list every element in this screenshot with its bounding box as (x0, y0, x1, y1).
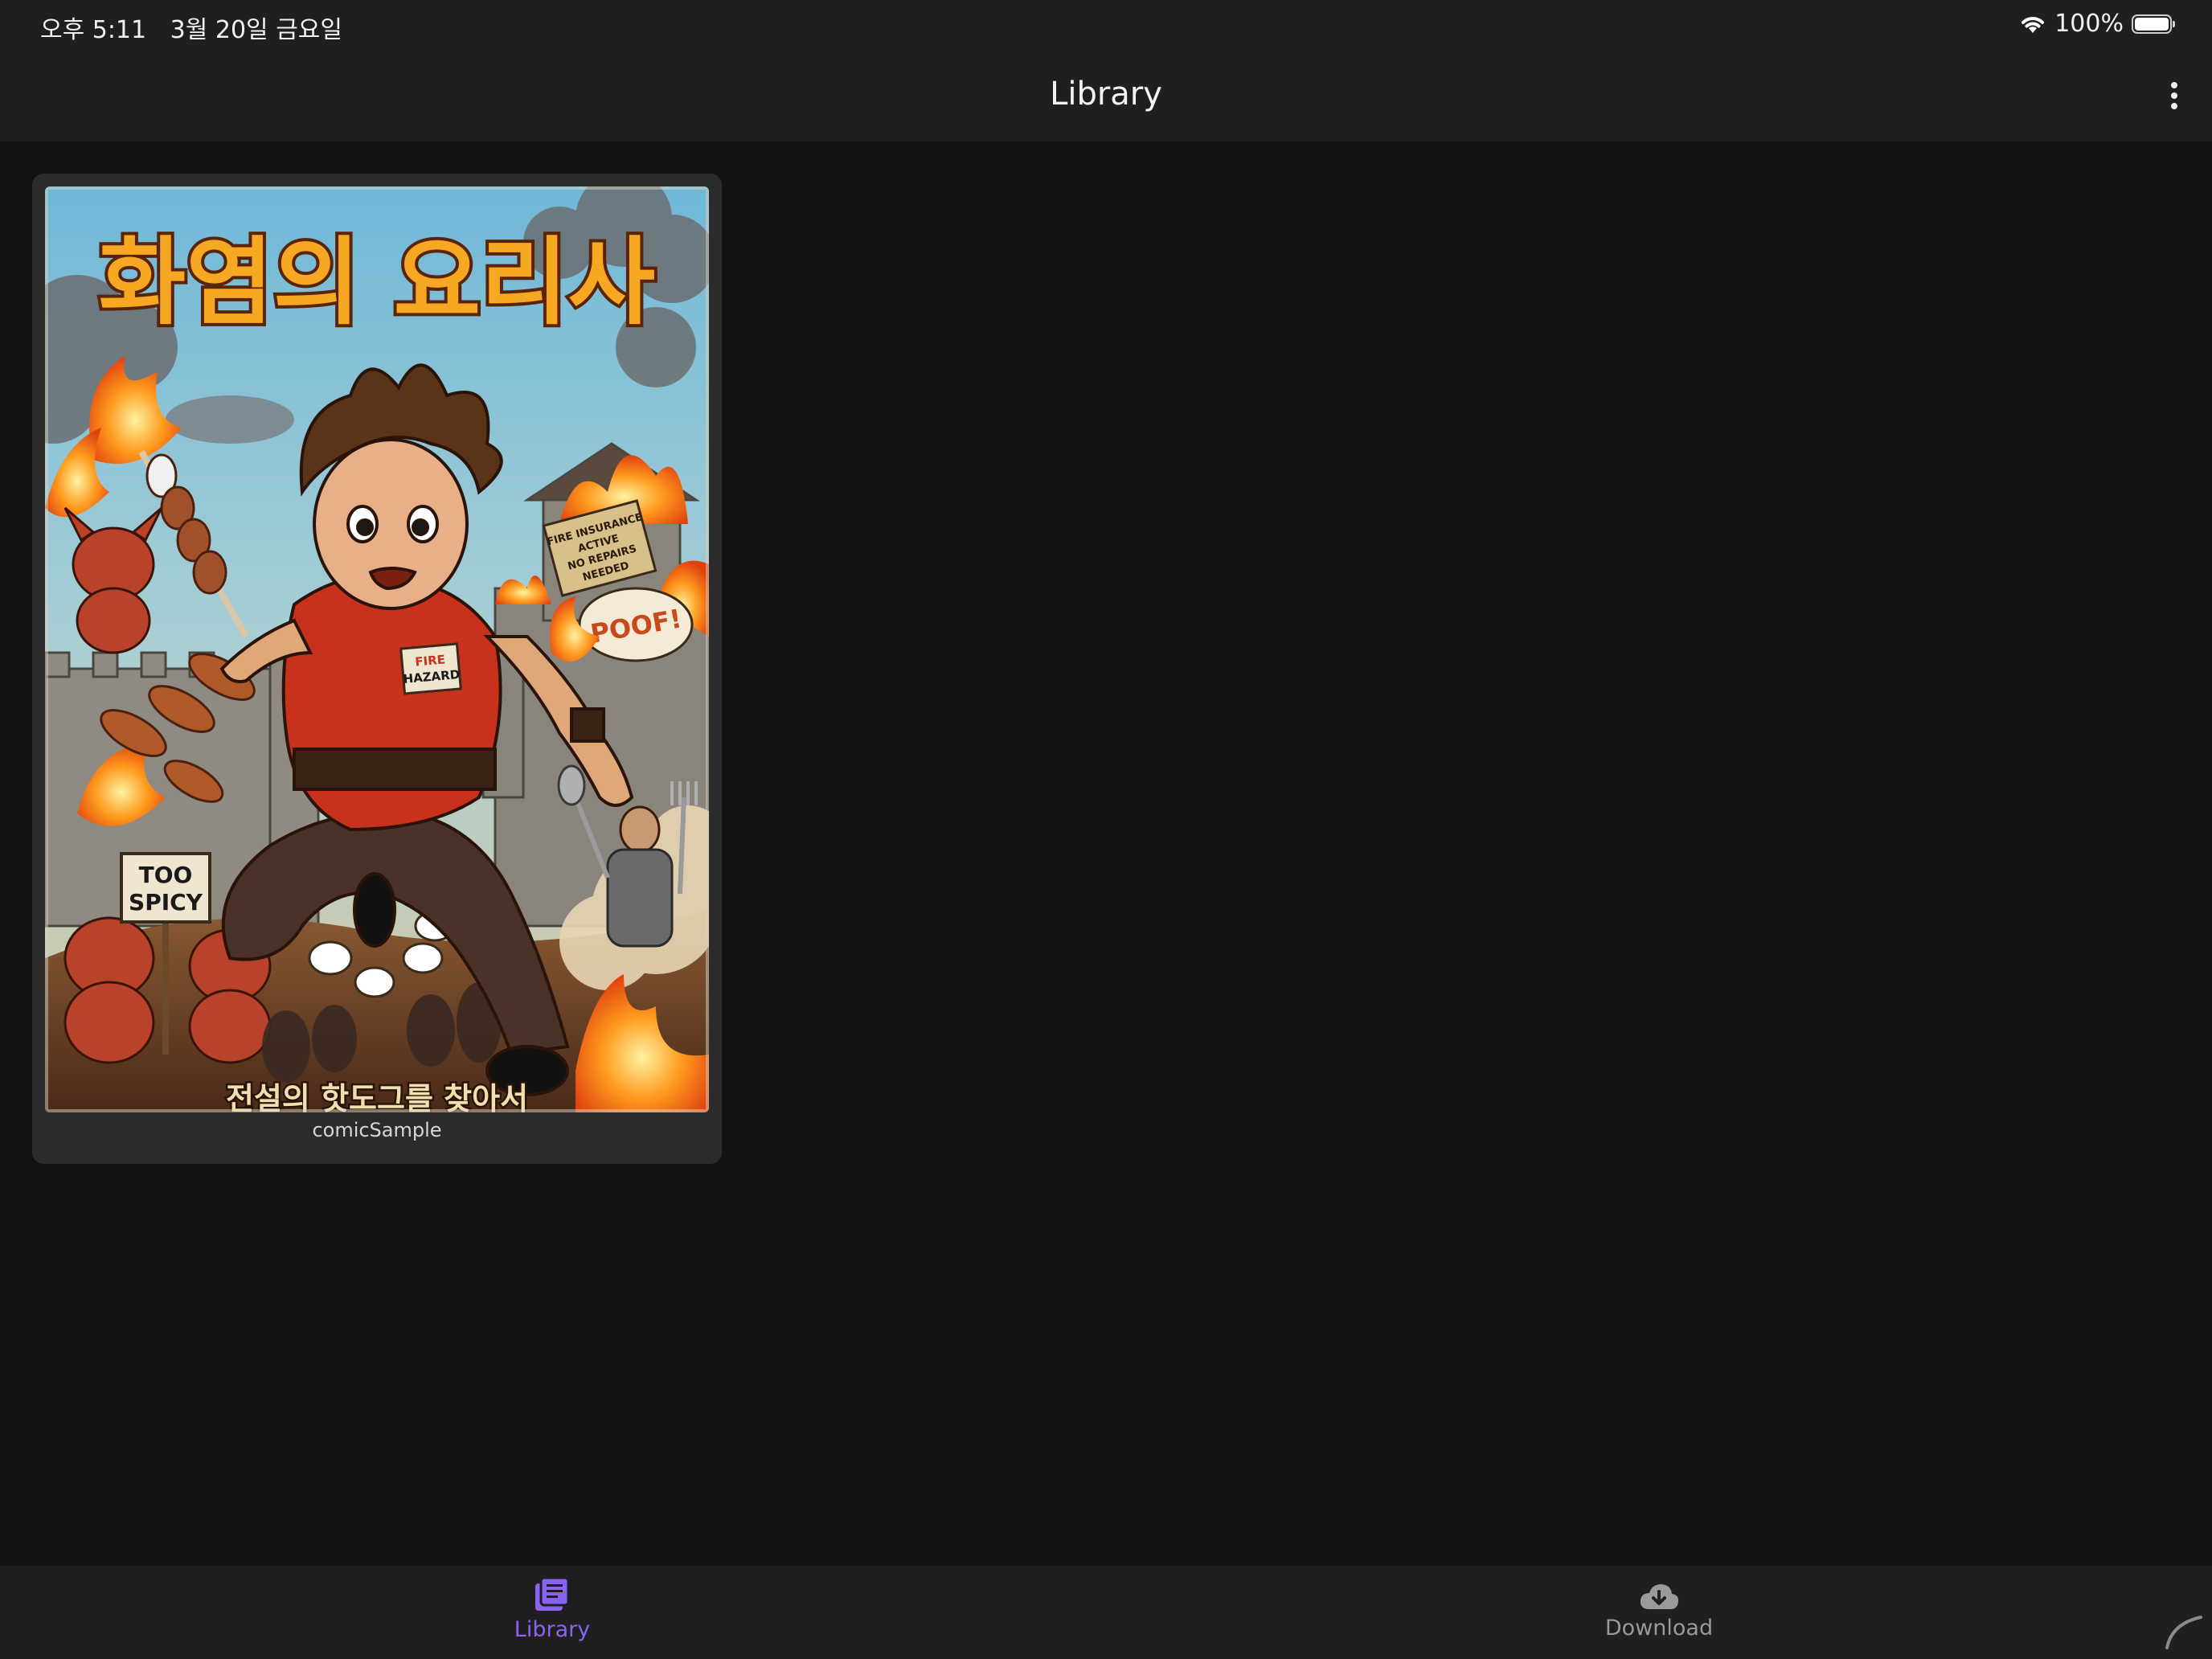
library-item-card[interactable]: FIRE INSURANCE ACTIVE NO REPAIRS NEEDED … (32, 174, 722, 1164)
status-time: 오후 5:11 (40, 16, 147, 44)
library-item-label: comicSample (312, 1119, 442, 1141)
cover-sign-line-1: TOO (139, 862, 193, 888)
nav-library-tab[interactable]: Library (391, 1577, 713, 1642)
home-indicator-icon (2165, 1616, 2202, 1649)
page-title: Library (1050, 76, 1162, 113)
bottom-navigation: Library Download (0, 1566, 2212, 1659)
status-right: 100% (2019, 10, 2175, 38)
cover-badge-line-1: FIRE (415, 652, 446, 669)
library-books-icon (535, 1577, 570, 1611)
more-options-button[interactable] (2154, 76, 2194, 116)
library-grid: FIRE INSURANCE ACTIVE NO REPAIRS NEEDED … (0, 141, 2212, 1566)
cover-subtitle: 전설의 핫도그를 찾아서 (226, 1081, 528, 1112)
status-bar: 오후 5:11 3월 20일 금요일 100% (0, 0, 2212, 51)
status-date: 3월 20일 금요일 (170, 16, 342, 44)
nav-library-label: Library (514, 1617, 591, 1642)
status-left: 오후 5:11 3월 20일 금요일 (40, 10, 358, 45)
comic-cover-image: FIRE INSURANCE ACTIVE NO REPAIRS NEEDED … (45, 186, 709, 1112)
app-bar: Library (0, 51, 2212, 141)
battery-percent: 100% (2054, 10, 2124, 38)
cloud-download-icon (1640, 1584, 1679, 1609)
battery-icon (2132, 14, 2175, 34)
nav-download-tab[interactable]: Download (1498, 1582, 1820, 1641)
cover-title: 화염의 요리사 (99, 227, 655, 338)
cover-sign-line-2: SPICY (129, 889, 203, 916)
battery-level (2135, 17, 2169, 31)
wifi-icon (2022, 16, 2045, 33)
more-vertical-icon (2171, 82, 2177, 109)
nav-download-label: Download (1604, 1616, 1714, 1641)
